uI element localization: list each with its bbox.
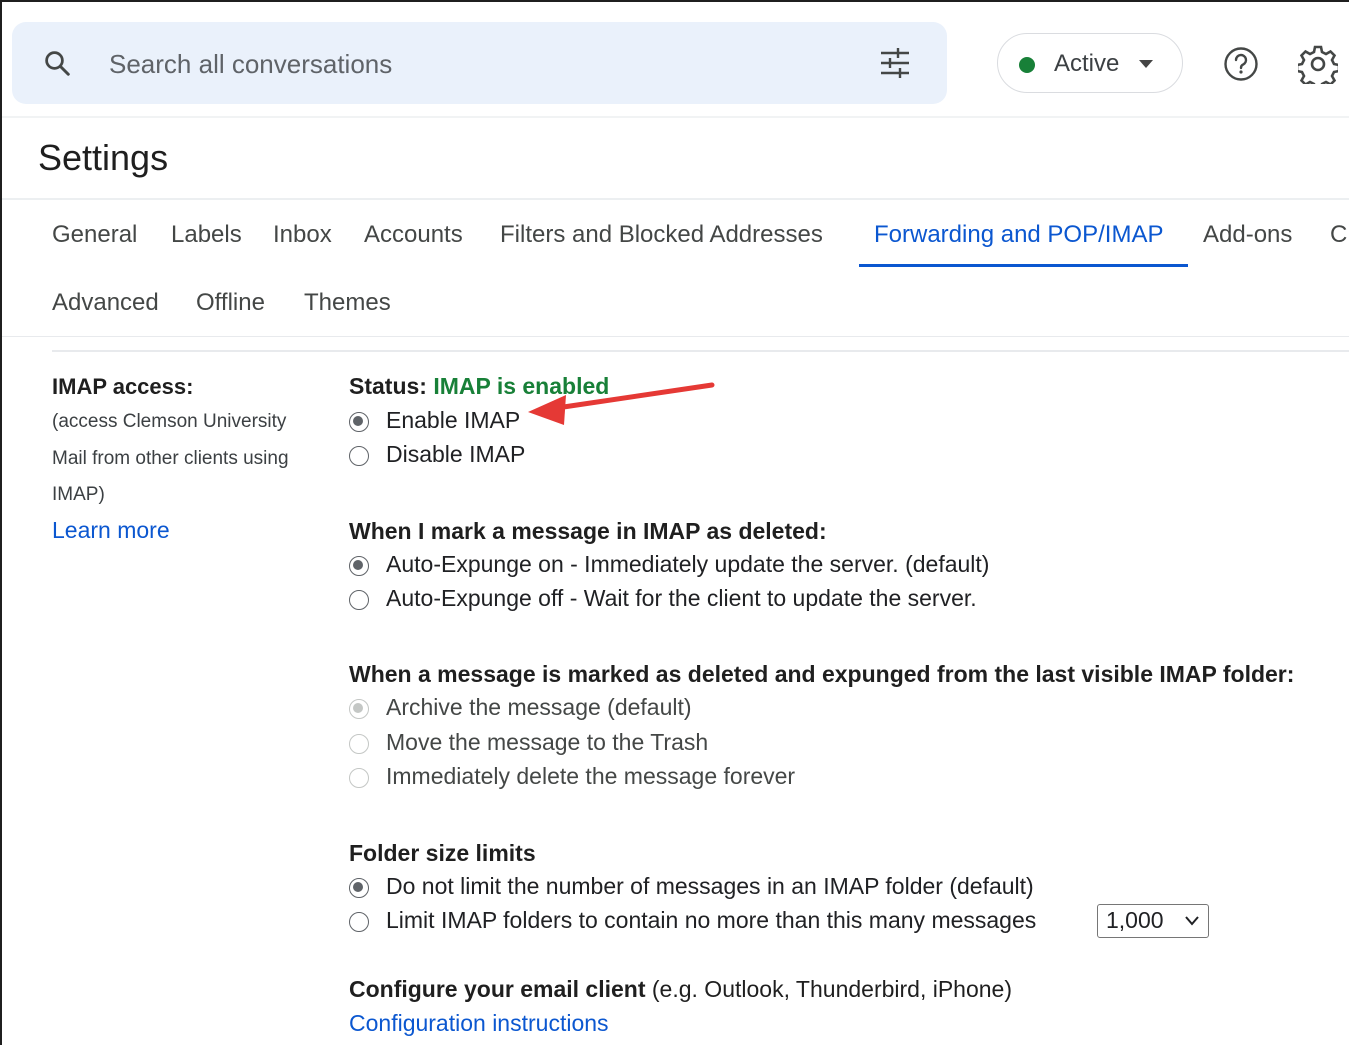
divider <box>52 350 1349 352</box>
folder-limit-select[interactable]: 1,000 <box>1097 904 1209 938</box>
active-tab-indicator <box>859 264 1188 267</box>
option-label: Auto-Expunge on - Immediately update the… <box>386 551 990 577</box>
chevron-down-icon <box>1139 60 1153 68</box>
radio-auto-expunge-on[interactable] <box>349 556 369 576</box>
status-chip-label: Active <box>1054 50 1120 77</box>
configure-note: (e.g. Outlook, Thunderbird, iPhone) <box>651 976 1013 1002</box>
radio-auto-expunge-off[interactable] <box>349 590 369 610</box>
divider <box>2 116 1349 118</box>
page-title: Settings <box>38 137 169 178</box>
configure-heading-text: Configure your email client <box>349 976 646 1002</box>
option-label: Archive the message (default) <box>386 694 692 720</box>
tab-accounts[interactable]: Accounts <box>364 221 463 249</box>
option-label: Enable IMAP <box>386 407 521 433</box>
option-label: Limit IMAP folders to contain no more th… <box>386 907 1037 933</box>
imap-status-label: Status: <box>349 373 427 399</box>
radio-no-limit[interactable] <box>349 878 369 898</box>
annotation-arrow-icon <box>528 382 715 425</box>
radio-move-to-trash <box>349 734 369 754</box>
chevron-down-icon <box>1185 916 1199 926</box>
radio-disable-imap[interactable] <box>349 446 369 466</box>
tab-filters[interactable]: Filters and Blocked Addresses <box>500 221 823 249</box>
status-chip[interactable]: Active <box>997 33 1183 93</box>
imap-access-description: IMAP) <box>52 484 105 505</box>
learn-more-link[interactable]: Learn more <box>52 517 170 544</box>
tab-themes[interactable]: Themes <box>304 289 391 317</box>
folder-limit-value: 1,000 <box>1106 907 1164 933</box>
deleted-heading: When I mark a message in IMAP as deleted… <box>349 518 827 544</box>
status-dot <box>1019 57 1035 73</box>
divider <box>2 336 1349 337</box>
search-options-icon[interactable] <box>878 47 912 84</box>
configure-heading: Configure your email client (e.g. Outloo… <box>349 976 1012 1003</box>
imap-access-description: Mail from other clients using <box>52 448 289 469</box>
tab-general[interactable]: General <box>52 221 137 249</box>
tab-inbox[interactable]: Inbox <box>273 221 332 249</box>
option-label: Disable IMAP <box>386 441 526 467</box>
help-icon[interactable] <box>1222 45 1260 88</box>
radio-delete-forever <box>349 768 369 788</box>
gear-icon[interactable] <box>1295 44 1341 91</box>
tab-labels[interactable]: Labels <box>171 221 242 249</box>
tab-chat[interactable]: C <box>1330 221 1347 249</box>
search-bar[interactable] <box>12 22 947 104</box>
tab-advanced[interactable]: Advanced <box>52 289 159 317</box>
option-label: Immediately delete the message forever <box>386 763 796 789</box>
search-input[interactable] <box>107 44 811 84</box>
imap-access-description: (access Clemson University <box>52 411 287 432</box>
tab-add-ons[interactable]: Add-ons <box>1203 221 1292 249</box>
folder-size-heading: Folder size limits <box>349 840 536 866</box>
search-icon[interactable] <box>42 48 72 83</box>
tab-forwarding-pop-imap[interactable]: Forwarding and POP/IMAP <box>874 221 1163 249</box>
imap-access-heading: IMAP access: <box>52 374 194 399</box>
tab-offline[interactable]: Offline <box>196 289 265 317</box>
option-label: Move the message to the Trash <box>386 729 709 755</box>
radio-enable-imap[interactable] <box>349 412 369 432</box>
expunged-heading: When a message is marked as deleted and … <box>349 661 1295 687</box>
radio-archive-message <box>349 699 369 719</box>
option-label: Auto-Expunge off - Wait for the client t… <box>386 585 977 611</box>
configuration-instructions-link[interactable]: Configuration instructions <box>349 1010 609 1037</box>
radio-limit-folders[interactable] <box>349 912 369 932</box>
divider <box>2 198 1349 200</box>
option-label: Do not limit the number of messages in a… <box>386 873 1034 899</box>
